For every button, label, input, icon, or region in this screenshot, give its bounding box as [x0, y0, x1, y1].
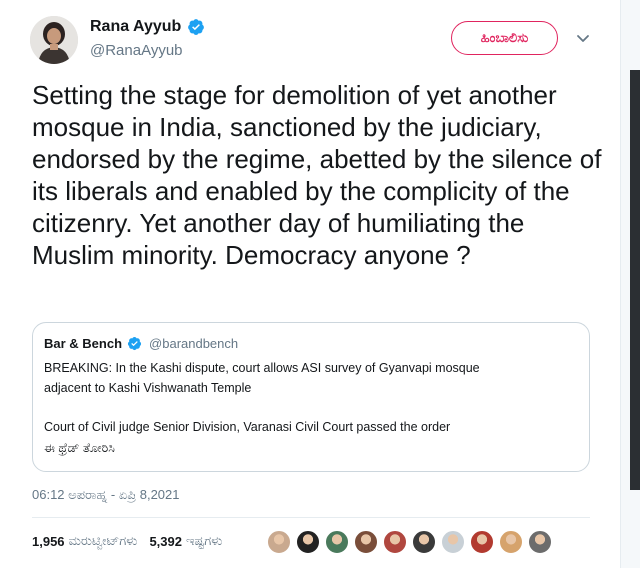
liker-avatars [267, 530, 552, 554]
liker-avatar-4[interactable] [354, 530, 378, 554]
divider [32, 517, 590, 518]
liker-avatar-10[interactable] [528, 530, 552, 554]
liker-avatar-8[interactable] [470, 530, 494, 554]
quoted-author-name: Bar & Bench [44, 336, 123, 351]
likes-label[interactable]: ಇಷ್ಟಗಳು [186, 533, 222, 549]
follow-button[interactable]: ಹಿಂಬಾಲಿಸು [451, 21, 558, 55]
liker-avatar-3[interactable] [325, 530, 349, 554]
quoted-text-line: Court of Civil judge Senior Division, Va… [44, 420, 451, 434]
verified-badge-icon [127, 336, 142, 351]
background-image-edge [630, 70, 640, 490]
quoted-text-line: adjacent to Kashi Vishwanath Temple [44, 381, 252, 395]
tweet-header: Rana Ayyub @RanaAyyub ಹಿಂಬಾಲಿಸು [30, 14, 600, 66]
liker-avatar-6[interactable] [412, 530, 436, 554]
author-handle[interactable]: @RanaAyyub [90, 42, 183, 59]
author-avatar[interactable] [30, 16, 78, 64]
liker-avatar-1[interactable] [267, 530, 291, 554]
tweet-stats: 1,956 ಮರುಟ್ವೀಟ್‌ಗಳು 5,392 ಇಷ್ಟಗಳು [32, 533, 230, 549]
quoted-text-line: BREAKING: In the Kashi dispute, court al… [44, 361, 480, 375]
name-row: Rana Ayyub [90, 18, 205, 36]
quoted-author-handle: @barandbench [149, 336, 239, 351]
author-avatar-image [30, 16, 78, 64]
retweets-count[interactable]: 1,956 [32, 534, 65, 549]
quoted-tweet[interactable]: Bar & Bench @barandbench BREAKING: In th… [32, 322, 590, 472]
tweet-timestamp[interactable]: 06:12 ಅಪರಾಹ್ನ - ಏಪ್ರಿ 8,2021 [32, 487, 180, 503]
liker-avatar-7[interactable] [441, 530, 465, 554]
show-thread-link[interactable]: ಈ ಥ್ರೆಡ್ ತೋರಿಸಿ [44, 441, 115, 456]
tweet-card: Rana Ayyub @RanaAyyub ಹಿಂಬಾಲಿಸು Setting … [0, 0, 620, 568]
liker-avatar-2[interactable] [296, 530, 320, 554]
chevron-down-icon[interactable] [573, 28, 593, 48]
verified-badge-icon [188, 19, 205, 35]
tweet-text: Setting the stage for demolition of yet … [32, 80, 602, 270]
quoted-tweet-header: Bar & Bench @barandbench [44, 336, 238, 351]
liker-avatar-5[interactable] [383, 530, 407, 554]
retweets-label[interactable]: ಮರುಟ್ವೀಟ್‌ಗಳು [69, 533, 138, 549]
author-display-name[interactable]: Rana Ayyub [90, 18, 181, 36]
liker-avatar-9[interactable] [499, 530, 523, 554]
likes-count[interactable]: 5,392 [149, 534, 182, 549]
